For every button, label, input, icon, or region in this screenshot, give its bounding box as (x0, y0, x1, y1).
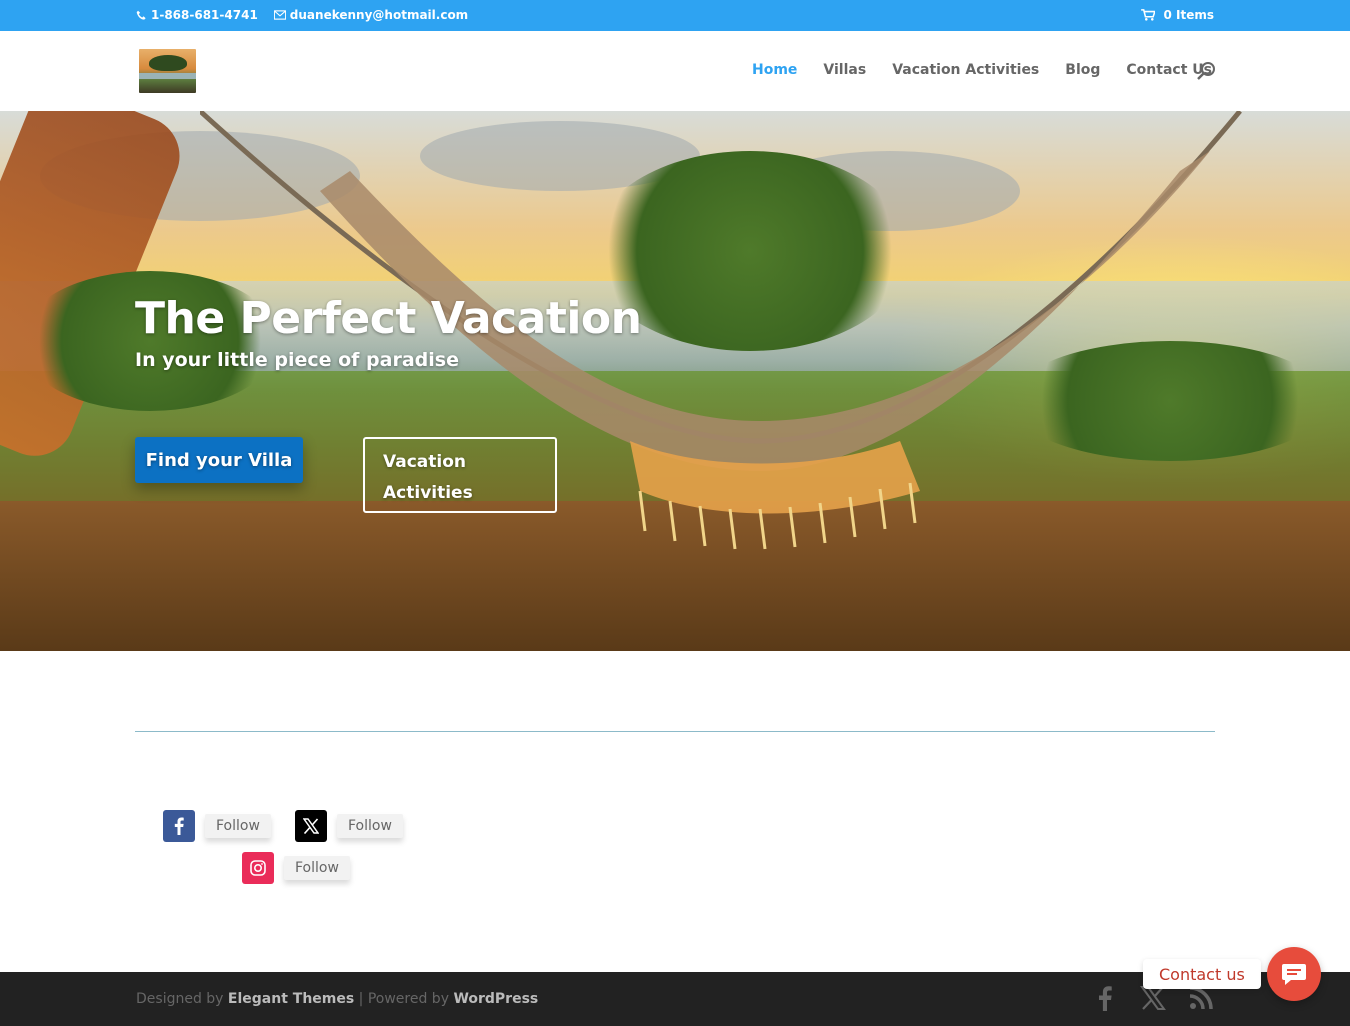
nav-item-blog[interactable]: Blog (1065, 62, 1100, 78)
phone-icon (136, 10, 146, 20)
designed-by-text: Designed by (136, 991, 224, 1007)
search-icon[interactable] (1196, 61, 1216, 81)
hero-section: The Perfect Vacation In your little piec… (0, 111, 1350, 651)
social-follow-instagram: Follow (242, 852, 350, 884)
social-follow-x: Follow (295, 810, 403, 842)
instagram-follow-button[interactable]: Follow (284, 856, 350, 880)
phone-number: 1-868-681-4741 (151, 8, 258, 22)
email-address: duanekenny@hotmail.com (289, 8, 469, 22)
vacation-activities-button[interactable]: Vacation Activities (363, 437, 557, 513)
find-villa-button[interactable]: Find your Villa (135, 437, 303, 483)
email-link[interactable]: duanekenny@hotmail.com (273, 8, 469, 22)
elegant-themes-link[interactable]: Elegant Themes (228, 991, 354, 1007)
phone-link[interactable]: 1-868-681-4741 (136, 8, 258, 22)
facebook-icon[interactable] (1092, 985, 1118, 1011)
facebook-follow-button[interactable]: Follow (205, 814, 271, 838)
envelope-icon (273, 10, 286, 20)
x-icon[interactable] (295, 810, 327, 842)
contact-chat-button[interactable] (1267, 947, 1321, 1001)
hammock-illustration (200, 111, 1242, 550)
cart-icon (1141, 9, 1156, 21)
wordpress-link[interactable]: WordPress (453, 991, 538, 1007)
nav-item-vacation-activities[interactable]: Vacation Activities (892, 62, 1039, 78)
section-divider (135, 731, 1215, 732)
hero-title: The Perfect Vacation (135, 293, 642, 344)
site-logo[interactable] (139, 49, 196, 93)
contact-info: 1-868-681-4741 duanekenny@hotmail.com (136, 8, 468, 22)
facebook-icon[interactable] (163, 810, 195, 842)
footer-credits: Designed by Elegant Themes | Powered by … (136, 991, 538, 1007)
top-bar: 1-868-681-4741 duanekenny@hotmail.com 0 … (0, 0, 1350, 31)
chat-icon (1282, 964, 1306, 985)
powered-by-text: | Powered by (358, 991, 449, 1007)
cart-link[interactable]: 0 Items (1141, 8, 1214, 22)
site-header: Home Villas Vacation Activities Blog Con… (0, 31, 1350, 111)
hero-subtitle: In your little piece of paradise (135, 349, 459, 371)
nav-item-villas[interactable]: Villas (823, 62, 866, 78)
instagram-icon[interactable] (242, 852, 274, 884)
cart-count: 0 Items (1163, 8, 1214, 22)
social-follow-facebook: Follow (163, 810, 271, 842)
x-follow-button[interactable]: Follow (337, 814, 403, 838)
main-nav: Home Villas Vacation Activities Blog Con… (752, 62, 1212, 78)
contact-us-label[interactable]: Contact us (1143, 959, 1261, 989)
nav-item-home[interactable]: Home (752, 62, 797, 78)
